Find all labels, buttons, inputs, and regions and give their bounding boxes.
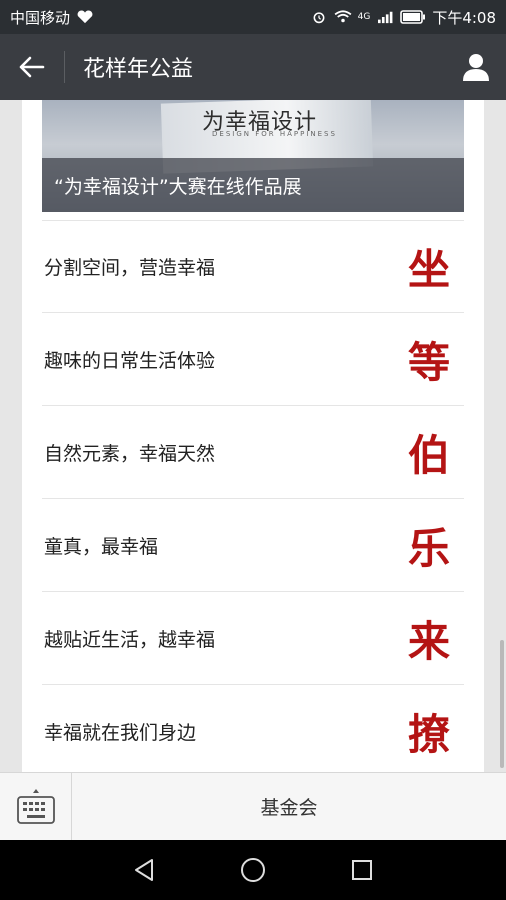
content-card: 为幸福设计 DESIGN FOR HAPPINESS “为幸福设计”大赛在线作品…: [22, 100, 484, 772]
signal-icon: [378, 11, 393, 24]
status-bar: 中国移动 4G 下午4:08: [0, 0, 506, 34]
title-divider: [64, 51, 65, 83]
article-content[interactable]: 为幸福设计 DESIGN FOR HAPPINESS “为幸福设计”大赛在线作品…: [0, 100, 506, 772]
hero-caption: “为幸福设计”大赛在线作品展: [54, 176, 302, 198]
menu-button-foundation[interactable]: 基金会: [72, 773, 506, 840]
nav-back-button[interactable]: [124, 850, 164, 890]
topic-list: 分割空间，营造幸福 坐 趣味的日常生活体验 等 自然元素，幸福天然 伯 童真，最…: [42, 220, 464, 772]
heart-icon: [77, 10, 93, 24]
list-item[interactable]: 幸福就在我们身边 撩: [42, 685, 464, 772]
list-item-char: 乐: [407, 523, 450, 573]
network-label: 4G: [357, 12, 371, 22]
user-profile-icon: [463, 54, 489, 81]
status-left: 中国移动: [10, 7, 94, 28]
back-arrow-icon: [19, 56, 45, 78]
list-item-char: 来: [407, 616, 450, 666]
keyboard-toggle-button[interactable]: [0, 773, 72, 841]
scrollbar[interactable]: [500, 640, 504, 768]
list-item-label: 越贴近生活，越幸福: [44, 628, 216, 651]
nav-home-button[interactable]: [233, 850, 273, 890]
system-nav-bar: [0, 840, 506, 900]
alarm-icon: [313, 12, 325, 24]
status-right: 4G 下午4:08: [310, 7, 496, 28]
back-button[interactable]: [0, 34, 64, 100]
list-item-char: 坐: [407, 245, 450, 294]
list-item-char: 伯: [407, 430, 450, 480]
keyboard-icon: [16, 789, 55, 824]
circle-home-icon: [240, 858, 265, 882]
list-item[interactable]: 分割空间，营造幸福 坐: [42, 220, 464, 313]
list-item-label: 幸福就在我们身边: [44, 722, 197, 744]
user-profile-button[interactable]: [446, 34, 506, 100]
status-time: 下午4:08: [432, 8, 496, 27]
list-item[interactable]: 趣味的日常生活体验 等: [42, 313, 464, 406]
list-item-char: 等: [407, 337, 450, 387]
nav-recent-button[interactable]: [342, 850, 382, 890]
bottom-menu: 基金会: [0, 772, 506, 841]
carrier-label: 中国移动: [10, 8, 71, 27]
triangle-back-icon: [135, 859, 154, 881]
list-item-label: 童真，最幸福: [44, 535, 159, 558]
list-item[interactable]: 自然元素，幸福天然 伯: [42, 406, 464, 499]
list-item[interactable]: 童真，最幸福 乐: [42, 499, 464, 592]
battery-icon: [400, 10, 426, 24]
title-bar: 花样年公益: [0, 34, 506, 100]
hero-banner[interactable]: 为幸福设计 DESIGN FOR HAPPINESS “为幸福设计”大赛在线作品…: [42, 100, 464, 212]
list-item-label: 自然元素，幸福天然: [44, 442, 216, 465]
square-recent-icon: [351, 860, 372, 880]
page-title: 花样年公益: [83, 57, 194, 82]
list-item-char: 撩: [407, 710, 450, 759]
list-item-label: 分割空间，营造幸福: [44, 257, 216, 279]
list-item[interactable]: 越贴近生活，越幸福 来: [42, 592, 464, 685]
list-item-label: 趣味的日常生活体验: [44, 349, 216, 372]
wifi-icon: [334, 10, 352, 23]
book-subtitle: DESIGN FOR HAPPINESS: [212, 130, 337, 138]
